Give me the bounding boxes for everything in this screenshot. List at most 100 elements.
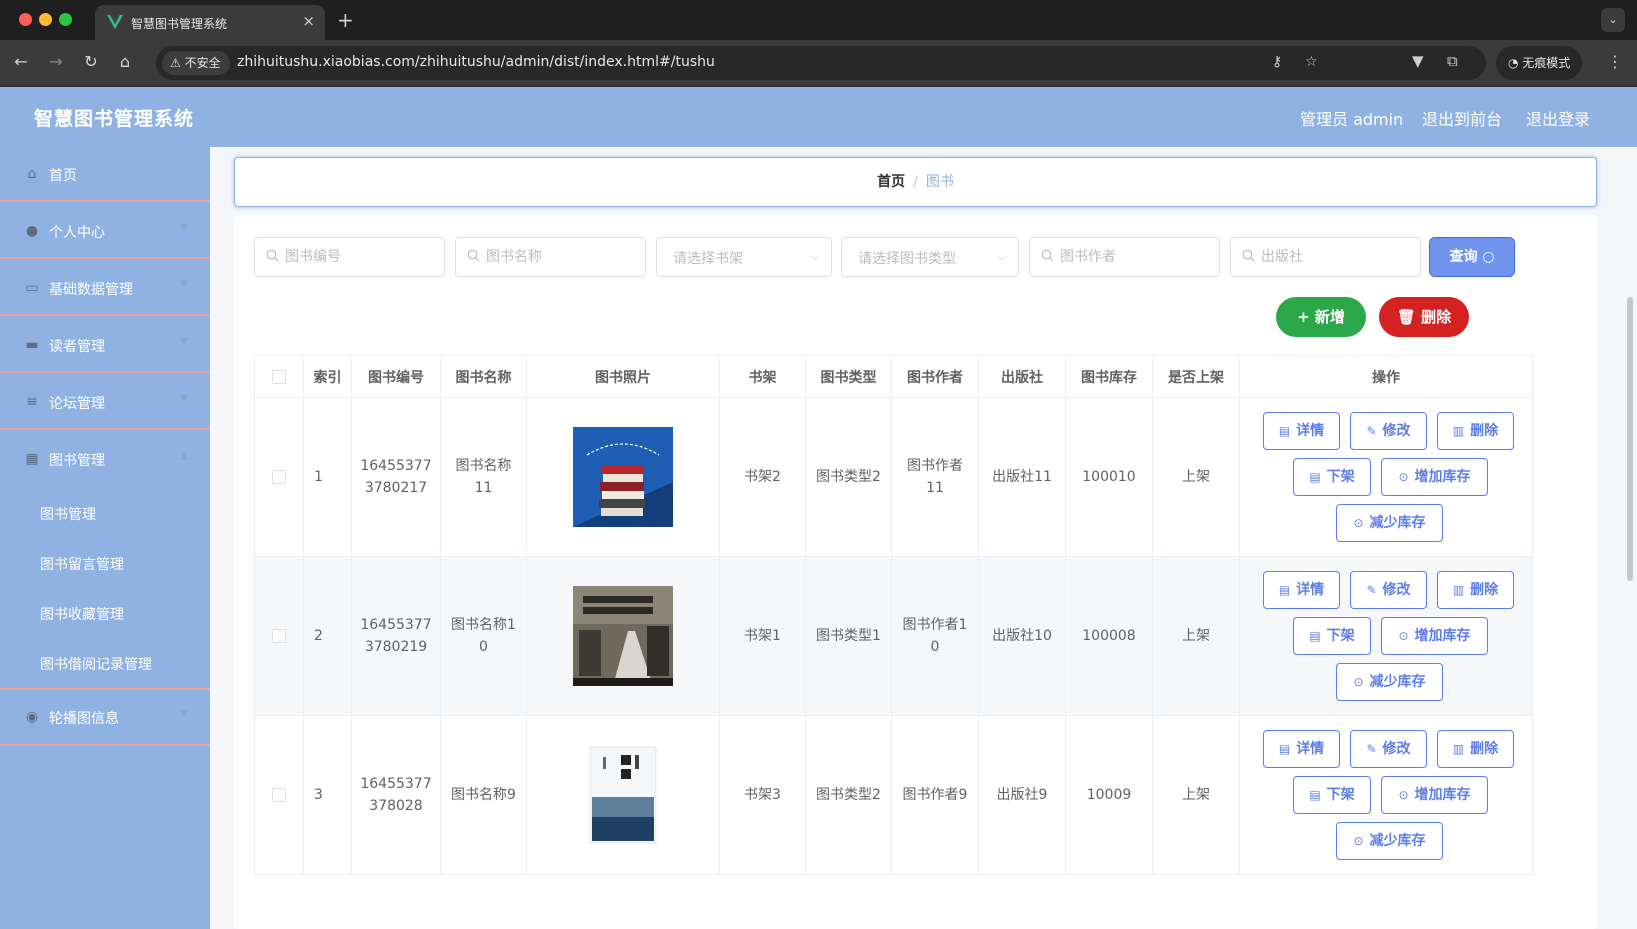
query-button[interactable]: 查询 ○ [1429,237,1515,277]
unlist-button[interactable]: ▤ 下架 [1293,458,1371,496]
sidebar-item-home[interactable]: ⌂ 首页 [0,147,210,202]
url-text[interactable]: zhihuitushu.xiaobias.com/zhihuitushu/adm… [237,54,715,70]
edit-icon: ✎ [1366,742,1377,756]
sidebar-item-books[interactable]: ▦ 图书管理 ▲ [0,432,210,487]
back-icon[interactable]: ← [10,52,32,71]
page-scrollbar[interactable] [1627,297,1633,581]
incognito-chip[interactable]: ◔ 无痕模式 [1496,46,1583,80]
chevron-down-icon: ▼ [180,222,188,233]
select-all-checkbox[interactable] [272,369,286,384]
reduce-stock-button[interactable]: ⊙ 减少库存 [1336,504,1443,542]
sidebar-item-basic-data[interactable]: ▭ 基础数据管理 ▼ [0,261,210,316]
close-tab-icon[interactable]: × [302,12,315,30]
edit-button[interactable]: ✎ 修改 [1350,571,1427,609]
detail-button[interactable]: ▤ 详情 [1263,571,1340,609]
add-stock-button[interactable]: ⊙ 增加库存 [1381,776,1488,814]
book-code-field[interactable] [254,237,445,277]
sidebar-subitem-book-favorites[interactable]: 图书收藏管理 [40,604,124,624]
sidebar-subitem-borrow-records[interactable]: 图书借阅记录管理 [40,654,152,674]
author-input[interactable] [1030,238,1219,276]
book-cover-image[interactable] [573,745,673,845]
sidebar-item-readers[interactable]: ▬ 读者管理 ▼ [0,318,210,373]
close-window-button[interactable] [19,13,32,26]
author-cell: 图书作者11 [891,397,979,557]
chevron-up-icon: ▲ [180,450,188,461]
add-button[interactable]: + 新增 [1276,297,1366,337]
type-cell: 图书类型2 [805,397,892,557]
book-cover-image[interactable] [573,427,673,527]
book-name-field[interactable] [455,237,646,277]
detail-button[interactable]: ▤ 详情 [1263,730,1340,768]
sidebar-item-personal-center[interactable]: ● 个人中心 ▼ [0,204,210,259]
row-select-cell [254,715,304,875]
row-checkbox[interactable] [272,470,286,484]
type-cell: 图书类型1 [805,556,892,716]
author-field[interactable] [1029,237,1220,277]
edit-button[interactable]: ✎ 修改 [1350,412,1427,450]
name-cell: 图书名称9 [440,715,527,875]
briefcase-icon: ▬ [25,337,39,353]
sidebar-item-label: 基础数据管理 [49,282,133,298]
shelf-cell: 书架2 [719,397,806,557]
listed-cell: 上架 [1152,397,1240,557]
unlist-button[interactable]: ▤ 下架 [1293,776,1371,814]
row-select-cell [254,397,304,557]
sidebar-subitem-book-messages[interactable]: 图书留言管理 [40,554,124,574]
browser-tab[interactable]: 智慧图书管理系统 × [95,5,325,40]
column-header: 索引 [303,355,352,398]
security-chip[interactable]: ⚠ 不安全 [162,51,230,75]
home-icon[interactable]: ⌂ [114,52,136,71]
edit-button[interactable]: ✎ 修改 [1350,730,1427,768]
detail-button[interactable]: ▤ 详情 [1263,412,1340,450]
index-cell: 2 [303,556,352,716]
delete-button[interactable]: ▥ 删除 [1437,730,1514,768]
column-header: 图书名称 [440,355,527,398]
unlist-button[interactable]: ▤ 下架 [1293,617,1371,655]
shelf-select[interactable]: 请选择书架 ⌵ [656,237,832,277]
type-cell: 图书类型2 [805,715,892,875]
reduce-stock-button[interactable]: ⊙ 减少库存 [1336,822,1443,860]
reload-icon[interactable]: ↻ [80,52,102,71]
minimize-window-button[interactable] [39,13,52,26]
maximize-window-button[interactable] [59,13,72,26]
table-row: 3 16455377378028 图书名称9 书架3 图书类型2 图书作者9 出… [254,715,1533,875]
sidebar-subitem-book-management[interactable]: 图书管理 [40,504,96,524]
address-bar[interactable]: ⚠ 不安全 zhihuitushu.xiaobias.com/zhihuitus… [156,46,1486,80]
logout-link[interactable]: 退出登录 [1526,106,1590,130]
extensions-puzzle-icon[interactable]: ⧉ [1447,52,1458,70]
book-code-input[interactable] [255,238,444,276]
name-cell: 图书名称10 [440,556,527,716]
stock-cell: 100008 [1065,556,1153,716]
new-tab-button[interactable]: + [337,8,354,32]
delete-button[interactable]: ▥ 删除 [1437,412,1514,450]
book-type-select[interactable]: 请选择图书类型 ⌵ [841,237,1019,277]
forward-icon[interactable]: → [45,52,67,71]
row-checkbox[interactable] [272,788,286,802]
tab-search-button[interactable]: ⌄ [1601,8,1625,32]
book-name-input[interactable] [456,238,645,276]
book-cover-image[interactable] [573,586,673,686]
add-stock-button[interactable]: ⊙ 增加库存 [1381,617,1488,655]
sidebar-item-label: 读者管理 [49,339,105,355]
bookmark-star-icon[interactable]: ☆ [1305,54,1318,70]
add-stock-button[interactable]: ⊙ 增加库存 [1381,458,1488,496]
key-icon[interactable]: ⚷ [1272,54,1282,70]
location-icon: ⊙ [1353,834,1364,848]
breadcrumb: 首页 / 图书 [234,157,1597,207]
incognito-label: 无痕模式 [1522,56,1571,70]
browser-menu-icon[interactable]: ⋮ [1607,52,1623,71]
listed-cell: 上架 [1152,556,1240,716]
sidebar-item-carousel[interactable]: ◉ 轮播图信息 ▼ [0,688,210,746]
reduce-stock-button[interactable]: ⊙ 减少库存 [1336,663,1443,701]
delete-button[interactable]: ▥ 删除 [1437,571,1514,609]
publisher-input[interactable] [1231,238,1420,276]
sidebar-item-forum[interactable]: ≡ 论坛管理 ▼ [0,375,210,430]
breadcrumb-home[interactable]: 首页 [877,174,905,190]
operations-cell: ▤ 详情 ✎ 修改 ▥ 删除 ▤ 下架 ⊙ 增加库存 ⊙ 减少库存 [1239,397,1533,557]
publisher-field[interactable] [1230,237,1421,277]
extension-v-icon[interactable]: ▼ [1412,52,1424,70]
row-checkbox[interactable] [272,629,286,643]
batch-delete-button[interactable]: 🗑︎ 删除 [1379,297,1469,337]
row-select-cell [254,556,304,716]
back-to-front-link[interactable]: 退出到前台 [1422,106,1502,130]
